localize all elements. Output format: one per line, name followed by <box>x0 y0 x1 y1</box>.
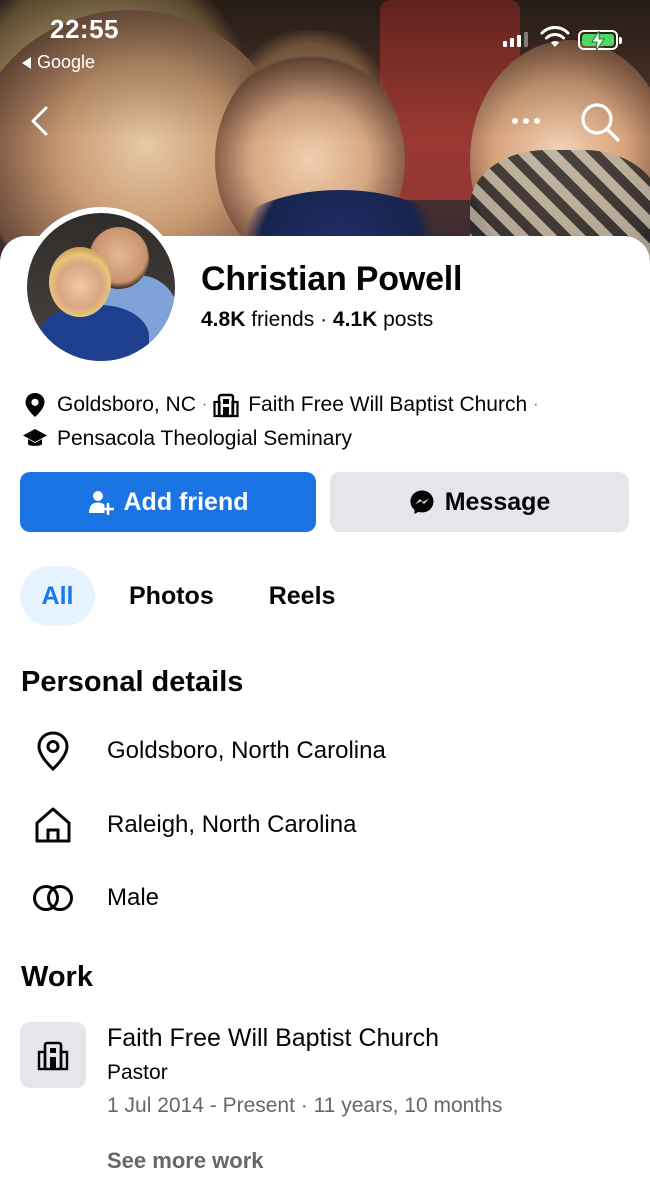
detail-item-location: Goldsboro, North Carolina <box>30 728 386 774</box>
wifi-icon <box>540 26 570 47</box>
work-role: Pastor <box>107 1061 168 1084</box>
back-to-app-link[interactable]: Google <box>22 52 95 73</box>
location-pin-icon <box>30 728 76 774</box>
add-friend-icon <box>88 491 114 515</box>
add-friend-label: Add friend <box>123 487 249 516</box>
back-triangle-icon <box>22 56 31 69</box>
location-pin-icon <box>22 392 48 418</box>
detail-text: Raleigh, North Carolina <box>107 811 357 838</box>
tab-all[interactable]: All <box>20 566 95 626</box>
intro-location: Goldsboro, NC <box>57 393 196 416</box>
personal-details-title: Personal details <box>21 666 244 698</box>
intro-dot: · <box>533 396 539 413</box>
profile-card <box>0 236 650 1200</box>
profile-name: Christian Powell <box>201 260 463 298</box>
message-button[interactable]: Message <box>330 472 629 532</box>
message-label: Message <box>444 487 551 516</box>
detail-item-gender: Male <box>30 875 159 921</box>
work-dates: 1 Jul 2014 - Present · 11 years, 10 mont… <box>107 1094 503 1117</box>
friends-count[interactable]: 4.8K <box>201 308 245 331</box>
posts-count[interactable]: 4.1K <box>333 308 377 331</box>
messenger-icon <box>410 490 434 514</box>
posts-label[interactable]: posts <box>377 308 433 331</box>
status-time: 22:55 <box>50 14 119 44</box>
detail-item-home: Raleigh, North Carolina <box>30 802 356 848</box>
profile-stats: 4.8K friends · 4.1K posts <box>201 308 433 332</box>
home-icon <box>30 802 76 848</box>
add-friend-button[interactable]: Add friend <box>20 472 316 532</box>
work-title: Work <box>21 961 93 993</box>
back-app-label: Google <box>37 52 96 72</box>
tab-photos[interactable]: Photos <box>129 566 214 626</box>
work-employer[interactable]: Faith Free Will Baptist Church <box>107 1024 439 1053</box>
work-building-icon <box>20 1022 86 1088</box>
intro-section: Goldsboro, NC · Faith Free Will Baptist … <box>22 388 642 456</box>
tab-reels[interactable]: Reels <box>269 566 336 626</box>
more-dots-icon[interactable] <box>506 104 546 138</box>
signal-icon <box>503 32 528 47</box>
graduation-cap-icon <box>22 426 48 452</box>
see-more-work-link[interactable]: See more work <box>107 1148 264 1174</box>
search-icon[interactable] <box>578 100 622 144</box>
intro-education[interactable]: Pensacola Theologial Seminary <box>57 422 352 456</box>
gender-icon <box>30 875 76 921</box>
back-chevron-icon[interactable] <box>24 104 58 138</box>
detail-text: Goldsboro, North Carolina <box>107 737 386 764</box>
profile-avatar[interactable] <box>21 207 181 367</box>
profile-tabs: All Photos Reels <box>20 566 335 626</box>
intro-workplace[interactable]: Faith Free Will Baptist Church <box>248 388 527 422</box>
intro-dot: · <box>201 396 208 413</box>
stats-separator: · <box>314 308 333 331</box>
status-bar: 22:55 Google <box>0 0 650 80</box>
building-icon <box>213 392 239 418</box>
detail-text: Male <box>107 884 160 911</box>
friends-label[interactable]: friends <box>245 308 314 331</box>
battery-charging-icon <box>578 30 622 51</box>
